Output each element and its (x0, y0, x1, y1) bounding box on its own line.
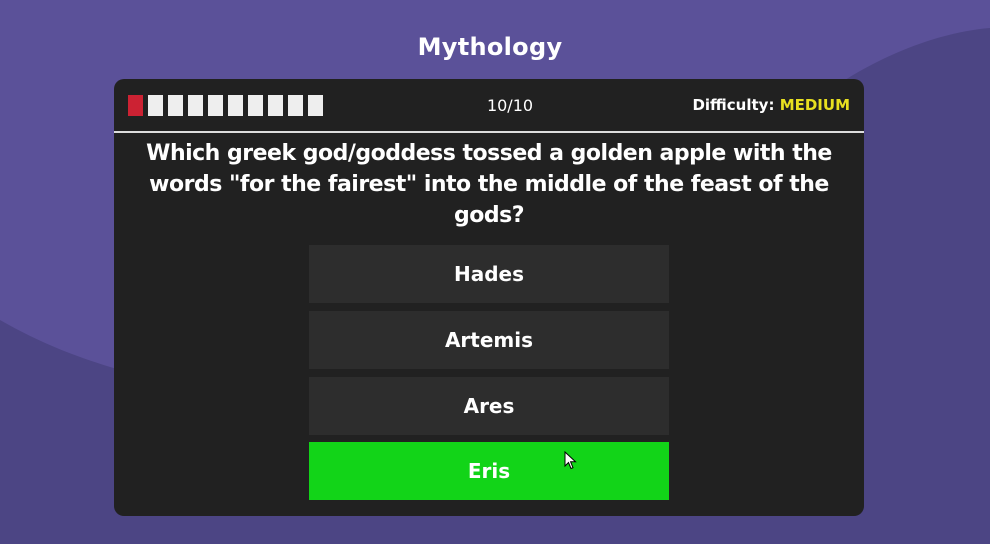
category-title: Mythology (417, 33, 563, 61)
answer-button-hades[interactable]: Hades (309, 245, 669, 303)
quiz-card: 10/10 Difficulty: MEDIUM Which greek god… (114, 79, 864, 516)
question-text: Which greek god/goddess tossed a golden … (146, 141, 832, 228)
answer-button-eris[interactable]: Eris (309, 442, 669, 500)
answer-button-ares[interactable]: Ares (309, 377, 669, 435)
difficulty-indicator: Difficulty: MEDIUM (692, 96, 850, 114)
difficulty-value: MEDIUM (779, 96, 850, 114)
mouse-cursor-icon (564, 451, 577, 470)
answer-button-artemis[interactable]: Artemis (309, 311, 669, 369)
difficulty-label: Difficulty: (692, 96, 775, 114)
header-divider (114, 131, 864, 133)
